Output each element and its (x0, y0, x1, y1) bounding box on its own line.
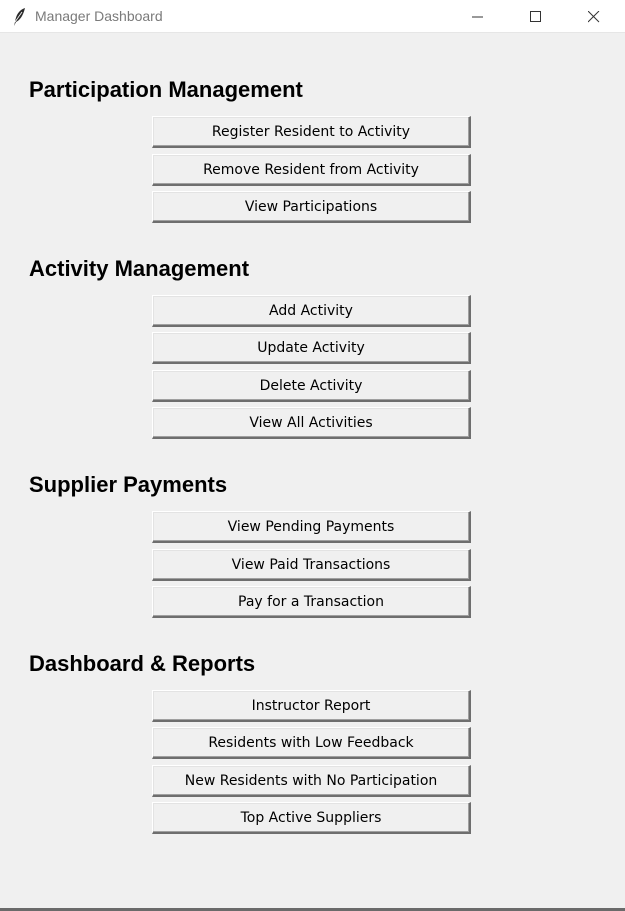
remove-resident-button[interactable]: Remove Resident from Activity (152, 154, 471, 186)
pay-for-transaction-button[interactable]: Pay for a Transaction (152, 586, 471, 618)
instructor-report-button[interactable]: Instructor Report (152, 690, 471, 722)
top-active-suppliers-button[interactable]: Top Active Suppliers (152, 802, 471, 834)
register-resident-button[interactable]: Register Resident to Activity (152, 116, 471, 148)
minimize-button[interactable] (455, 0, 501, 33)
feather-icon (12, 7, 28, 27)
update-activity-button[interactable]: Update Activity (152, 332, 471, 364)
section-title-supplier-payments: Supplier Payments (29, 472, 228, 497)
view-all-activities-button[interactable]: View All Activities (152, 407, 471, 439)
section-title-activity-management: Activity Management (29, 256, 250, 281)
maximize-button[interactable] (513, 0, 559, 33)
view-pending-payments-button[interactable]: View Pending Payments (152, 511, 471, 543)
section-title-dashboard-reports: Dashboard & Reports (29, 651, 256, 676)
delete-activity-button[interactable]: Delete Activity (152, 370, 471, 402)
residents-low-feedback-button[interactable]: Residents with Low Feedback (152, 727, 471, 759)
maximize-icon (530, 10, 541, 22)
section-title-participation-management: Participation Management (29, 77, 303, 102)
minimize-icon (472, 16, 483, 17)
new-residents-no-participation-button[interactable]: New Residents with No Participation (152, 765, 471, 797)
window-title: Manager Dashboard (35, 8, 163, 24)
view-paid-transactions-button[interactable]: View Paid Transactions (152, 549, 471, 581)
title-bar: Manager Dashboard (0, 0, 625, 33)
close-button[interactable] (571, 0, 617, 33)
close-icon (588, 10, 600, 22)
view-participations-button[interactable]: View Participations (152, 191, 471, 223)
add-activity-button[interactable]: Add Activity (152, 295, 471, 327)
